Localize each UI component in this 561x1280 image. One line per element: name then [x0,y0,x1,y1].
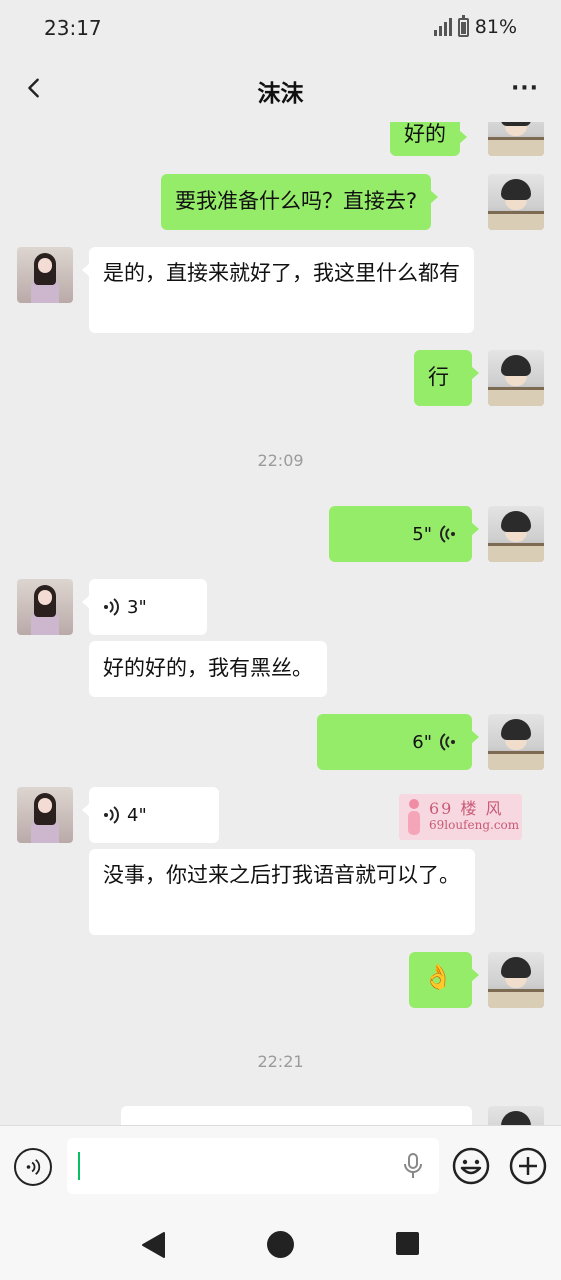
input-bar [0,1125,561,1211]
figure-icon [405,799,423,835]
my-avatar[interactable] [488,714,544,770]
message-bubble[interactable] [121,1106,472,1125]
battery-percent: 81% [474,16,517,38]
message-bubble[interactable]: 👌 [409,952,479,1008]
voice-message-bubble[interactable]: 3" [82,579,207,635]
chat-title: 沫沫 [257,81,304,107]
message-bubble[interactable]: 要我准备什么吗？直接去? [161,174,439,230]
contact-avatar[interactable] [17,247,73,303]
message-outgoing-voice: 6" [0,714,561,774]
message-incoming-voice: 3" [0,579,561,637]
message-text: 行 [428,365,449,389]
message-outgoing: 要我准备什么吗？直接去? [0,174,561,234]
voice-mode-icon [26,1159,41,1175]
voice-message-bubble[interactable]: 6" [317,714,479,770]
voice-wave-icon [440,525,455,543]
voice-mode-button[interactable] [14,1148,52,1186]
message-input[interactable] [67,1138,439,1194]
voice-wave-icon [104,806,119,824]
message-text: 是的，直接来就好了，我这里什么都有 [103,261,460,285]
chat-header: 沫沫 ··· [0,56,561,122]
message-bubble[interactable]: 行 [414,350,479,406]
status-time: 23:17 [44,16,102,40]
message-incoming: 好的好的，我有黑丝。 [0,641,561,699]
message-outgoing: 行 [0,350,561,410]
voice-duration: 3" [127,596,147,618]
system-navigation-bar [0,1211,561,1280]
voice-message-bubble[interactable]: 5" [329,506,479,562]
message-bubble[interactable]: 没事，你过来之后打我语音就可以了。 [89,849,475,935]
message-bubble[interactable]: 好的 [390,122,467,156]
message-incoming: 是的，直接来就好了，我这里什么都有 [0,247,561,337]
my-avatar[interactable] [488,952,544,1008]
plus-circle-icon[interactable] [508,1146,548,1186]
contact-avatar[interactable] [17,579,73,635]
my-avatar[interactable] [488,506,544,562]
message-bubble[interactable]: 是的，直接来就好了，我这里什么都有 [82,247,474,333]
triangle-back-icon[interactable] [140,1231,166,1259]
status-indicators: 81% [433,14,517,38]
message-text: 好的 [404,122,446,146]
message-bubble[interactable]: 好的好的，我有黑丝。 [89,641,327,697]
watermark-brand: 69 楼 风 [429,799,504,818]
circle-home-icon[interactable] [267,1231,294,1258]
microphone-icon[interactable] [402,1152,424,1180]
my-avatar[interactable] [488,350,544,406]
my-avatar[interactable] [488,122,544,156]
message-outgoing-voice: 5" [0,506,561,566]
message-outgoing: 好的 [0,122,561,166]
battery-icon [457,14,469,37]
message-outgoing-partial [0,1106,561,1125]
my-avatar[interactable] [488,174,544,230]
square-recents-icon[interactable] [396,1232,419,1255]
my-avatar[interactable] [488,1106,544,1125]
message-incoming: 没事，你过来之后打我语音就可以了。 [0,849,561,939]
voice-duration: 4" [127,804,147,826]
ok-hand-emoji: 👌 [423,963,453,991]
watermark-url: 69loufeng.com [429,818,520,832]
voice-wave-icon [104,598,119,616]
watermark-logo: 69 楼 风 69loufeng.com [399,794,522,840]
emoji-face-icon[interactable] [451,1146,491,1186]
timestamp: 22:21 [257,1052,304,1071]
message-text: 好的好的，我有黑丝。 [103,656,313,680]
timestamp: 22:09 [257,451,304,470]
voice-message-bubble[interactable]: 4" [82,787,219,843]
contact-avatar[interactable] [17,787,73,843]
message-outgoing-emoji: 👌 [0,952,561,1012]
voice-duration: 5" [412,523,432,545]
text-caret [78,1152,80,1180]
more-options-button[interactable]: ··· [505,70,545,106]
voice-wave-icon [440,733,455,751]
voice-duration: 6" [412,731,432,753]
cellular-signal-icon [433,18,452,36]
message-list[interactable]: 好的 要我准备什么吗？直接去? 是的，直接来就好了，我这里什么都有 行 22:0… [0,122,561,1125]
message-text: 没事，你过来之后打我语音就可以了。 [103,863,460,887]
message-text: 要我准备什么吗？直接去? [175,189,418,213]
status-bar: 23:17 81% [0,0,561,56]
